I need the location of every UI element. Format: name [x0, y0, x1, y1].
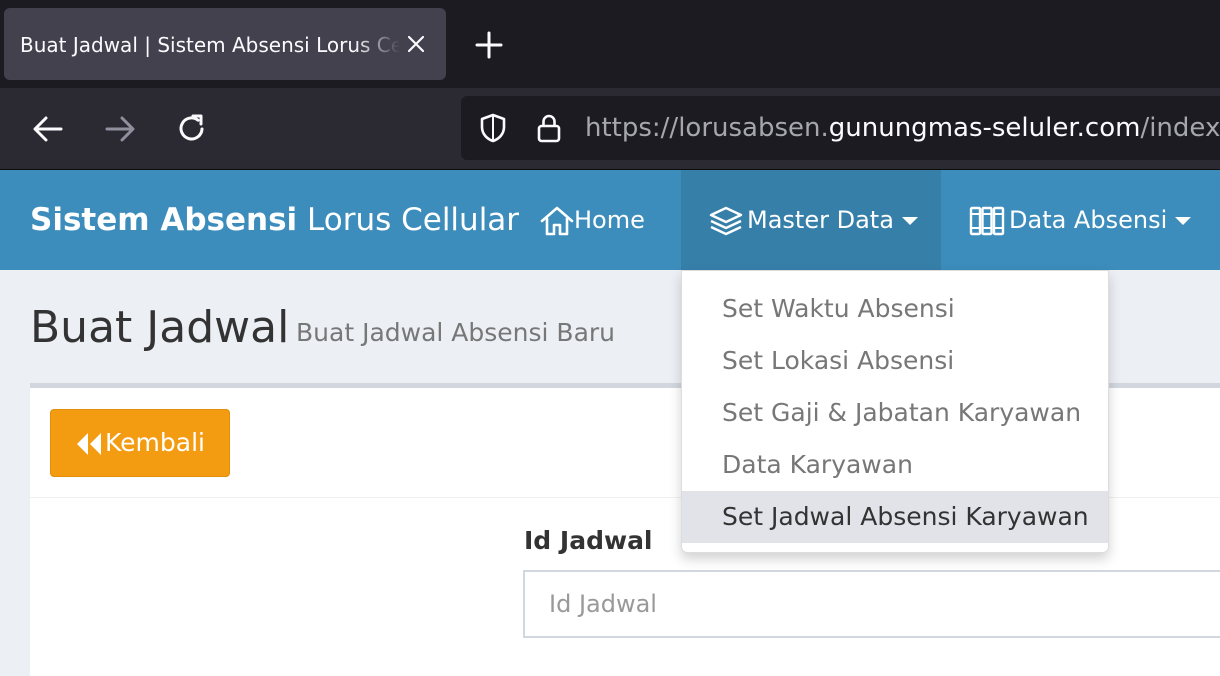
backward-icon [77, 433, 102, 455]
page-title: Buat Jadwal [30, 302, 290, 353]
id-jadwal-input[interactable] [523, 570, 1220, 638]
dropdown-item-set-jadwal-absensi[interactable]: Set Jadwal Absensi Karyawan [682, 491, 1108, 543]
brand-bold: Sistem Absensi [30, 202, 298, 238]
url-text[interactable]: https://lorusabsen.gunungmas-seluler.com… [585, 110, 1220, 146]
url-prefix: https://lorusabsen. [585, 113, 829, 143]
caret-down-icon [901, 217, 918, 225]
nav-master-data[interactable]: Master Data [681, 170, 941, 270]
dropdown-item-set-waktu-absensi[interactable]: Set Waktu Absensi [682, 283, 1108, 335]
lock-icon[interactable] [533, 112, 565, 144]
forward-arrow-icon[interactable] [103, 112, 137, 146]
id-jadwal-label: Id Jadwal [524, 526, 653, 555]
dropdown-item-data-karyawan[interactable]: Data Karyawan [682, 439, 1108, 491]
nav-master-data-label: Master Data [747, 206, 894, 234]
brand-rest: Lorus Cellular [297, 202, 520, 238]
url-host: gunungmas-seluler.com [828, 113, 1141, 143]
back-arrow-icon[interactable] [31, 112, 65, 146]
url-bar[interactable]: https://lorusabsen.gunungmas-seluler.com… [461, 96, 1220, 160]
close-icon[interactable] [404, 32, 428, 56]
reload-icon[interactable] [175, 112, 209, 146]
books-icon [969, 206, 1005, 236]
nav-data-absensi-label: Data Absensi [1009, 206, 1168, 234]
dropdown-item-set-lokasi-absensi[interactable]: Set Lokasi Absensi [682, 335, 1108, 387]
caret-down-icon [1175, 217, 1192, 225]
master-data-dropdown: Set Waktu Absensi Set Lokasi Absensi Set… [681, 270, 1109, 553]
nav-home[interactable]: Home [540, 170, 645, 270]
tab-title: Buat Jadwal | Sistem Absensi Lorus Cellu… [20, 33, 400, 57]
nav-home-label: Home [574, 206, 645, 234]
brand-logo[interactable]: Sistem Absensi Lorus Cellular [30, 200, 519, 240]
browser-tab[interactable]: Buat Jadwal | Sistem Absensi Lorus Cellu… [4, 8, 446, 80]
browser-toolbar: https://lorusabsen.gunungmas-seluler.com… [0, 88, 1220, 170]
browser-tab-bar: Buat Jadwal | Sistem Absensi Lorus Cellu… [0, 0, 1220, 88]
nav-data-absensi[interactable]: Data Absensi [969, 170, 1192, 270]
app-navbar: Sistem Absensi Lorus Cellular Home Maste… [0, 170, 1220, 270]
home-icon [540, 206, 574, 236]
back-button[interactable]: Kembali [50, 409, 230, 477]
layers-icon [709, 206, 743, 236]
page-subtitle: Buat Jadwal Absensi Baru [296, 318, 616, 347]
shield-icon[interactable] [477, 112, 509, 144]
back-button-label: Kembali [105, 428, 205, 457]
dropdown-item-set-gaji-jabatan[interactable]: Set Gaji & Jabatan Karyawan [682, 387, 1108, 439]
new-tab-plus-icon[interactable] [474, 30, 504, 60]
url-suffix: /index.p [1140, 113, 1220, 143]
